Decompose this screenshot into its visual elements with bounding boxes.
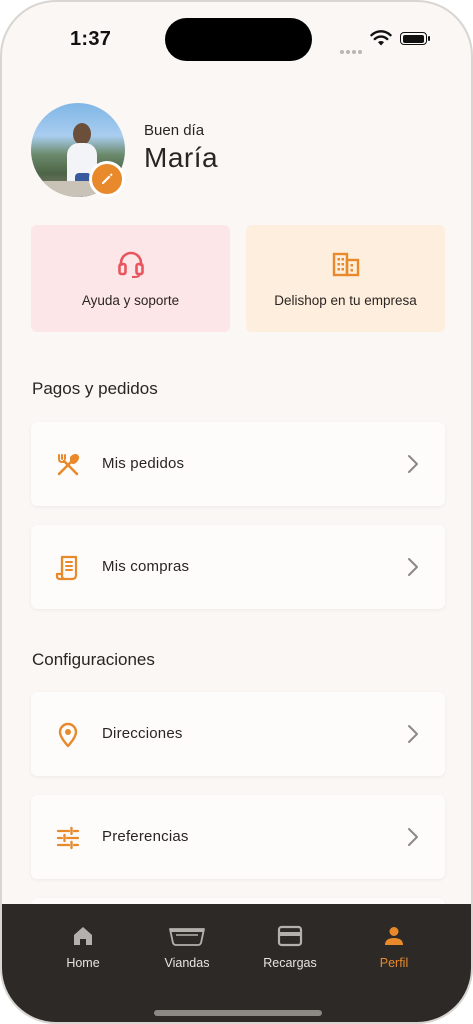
menu-item-preferencias[interactable]: Preferencias bbox=[31, 795, 445, 879]
section-title-settings: Configuraciones bbox=[32, 650, 155, 669]
headset-icon bbox=[117, 251, 144, 278]
company-card-label: Delishop en tu empresa bbox=[274, 293, 417, 308]
dynamic-island bbox=[165, 18, 312, 61]
tab-recargas[interactable]: Recargas bbox=[245, 924, 335, 970]
menu-item-label: Mis pedidos bbox=[102, 455, 185, 472]
tab-label: Viandas bbox=[164, 956, 210, 970]
phone-screen: 1:37 Buen día María Ayuda y soporte Deli… bbox=[0, 0, 473, 1024]
chevron-right-icon bbox=[408, 725, 418, 743]
menu-item-mis-compras[interactable]: Mis compras bbox=[31, 525, 445, 609]
wifi-icon bbox=[370, 30, 392, 46]
status-bar: 1:37 bbox=[2, 2, 471, 82]
menu-item-direcciones[interactable]: Direcciones bbox=[31, 692, 445, 776]
section-title-payments: Pagos y pedidos bbox=[32, 379, 158, 398]
sliders-icon bbox=[55, 825, 81, 851]
edit-avatar-button[interactable] bbox=[89, 161, 125, 197]
utensils-icon bbox=[55, 452, 81, 478]
support-card-label: Ayuda y soporte bbox=[81, 293, 180, 308]
building-icon bbox=[332, 252, 359, 277]
chevron-right-icon bbox=[408, 455, 418, 473]
menu-item-label: Preferencias bbox=[102, 828, 189, 845]
status-time: 1:37 bbox=[70, 28, 112, 50]
chevron-right-icon bbox=[408, 558, 418, 576]
credit-card-icon bbox=[277, 925, 303, 947]
company-card[interactable]: Delishop en tu empresa bbox=[246, 225, 445, 332]
tab-home[interactable]: Home bbox=[38, 924, 128, 970]
home-icon bbox=[74, 927, 92, 945]
pencil-icon bbox=[102, 173, 113, 184]
food-container-icon bbox=[169, 928, 205, 946]
tab-perfil[interactable]: Perfil bbox=[349, 924, 439, 970]
greeting-text: Buen día bbox=[144, 122, 205, 139]
tab-label: Home bbox=[66, 956, 100, 970]
tab-label: Recargas bbox=[263, 956, 317, 970]
home-indicator[interactable] bbox=[154, 1010, 322, 1016]
location-pin-icon bbox=[55, 722, 81, 748]
menu-item-mis-pedidos[interactable]: Mis pedidos bbox=[31, 422, 445, 506]
support-card[interactable]: Ayuda y soporte bbox=[31, 225, 230, 332]
menu-item-label: Mis compras bbox=[102, 558, 190, 575]
tab-label: Perfil bbox=[379, 956, 409, 970]
receipt-icon bbox=[55, 555, 81, 581]
person-icon bbox=[385, 927, 403, 945]
tab-viandas[interactable]: Viandas bbox=[142, 924, 232, 970]
user-name: María bbox=[144, 142, 219, 173]
menu-item-label: Direcciones bbox=[102, 725, 183, 742]
chevron-right-icon bbox=[408, 828, 418, 846]
battery-icon bbox=[400, 32, 430, 45]
cellular-signal-icon bbox=[340, 41, 364, 59]
tab-bar: Home Viandas Recargas Perfil bbox=[2, 904, 471, 1022]
